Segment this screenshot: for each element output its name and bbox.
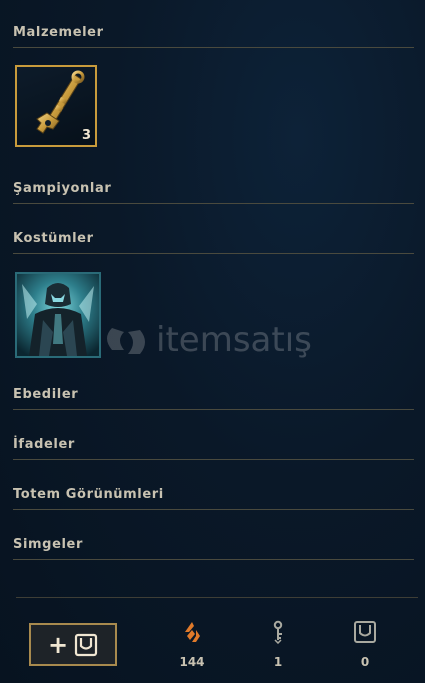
section-title-eternals: Ebediler [13, 387, 79, 402]
section-skins: Kostümler [13, 230, 414, 254]
section-title-materials: Malzemeler [13, 25, 104, 40]
divider [13, 203, 414, 204]
chest-value: 0 [360, 655, 370, 669]
section-eternals: Ebediler [13, 386, 414, 410]
hextech-key-item[interactable]: 3 [15, 65, 97, 147]
divider [13, 409, 414, 410]
section-ward-skins: Totem Görünümleri [13, 486, 414, 510]
watermark-text: itemsatış [156, 320, 312, 360]
divider [13, 47, 414, 48]
footer-divider [16, 597, 418, 598]
key-fragment-icon [273, 620, 283, 645]
orange-essence-value: 144 [179, 655, 205, 669]
add-chest-button[interactable]: + [29, 623, 117, 666]
section-title-champions: Şampiyonlar [13, 181, 112, 196]
section-title-icons: Simgeler [13, 537, 83, 552]
section-emotes: İfadeler [13, 436, 414, 460]
plus-label: + [47, 630, 69, 659]
section-icons: Simgeler [13, 536, 414, 560]
chest-icon [354, 621, 376, 643]
currency-key-fragment[interactable]: 1 [258, 620, 298, 669]
divider [13, 559, 414, 560]
divider [13, 253, 414, 254]
section-title-ward-skins: Totem Görünümleri [13, 487, 164, 502]
section-title-skins: Kostümler [13, 231, 94, 246]
divider [13, 509, 414, 510]
section-champions: Şampiyonlar [13, 180, 414, 204]
currency-chest[interactable]: 0 [345, 620, 385, 669]
skin-item[interactable] [15, 272, 101, 358]
skin-thumbnail [17, 274, 99, 356]
currency-orange-essence[interactable]: 144 [172, 620, 212, 669]
section-materials: Malzemeler [13, 24, 414, 48]
chest-icon [74, 633, 98, 656]
key-fragment-value: 1 [273, 655, 283, 669]
divider [13, 459, 414, 460]
section-title-emotes: İfadeler [13, 437, 75, 452]
item-count: 3 [81, 128, 91, 143]
orange-essence-icon [185, 622, 200, 642]
watermark-logo: itemsatış [98, 318, 338, 364]
watermark-icon [107, 328, 145, 354]
